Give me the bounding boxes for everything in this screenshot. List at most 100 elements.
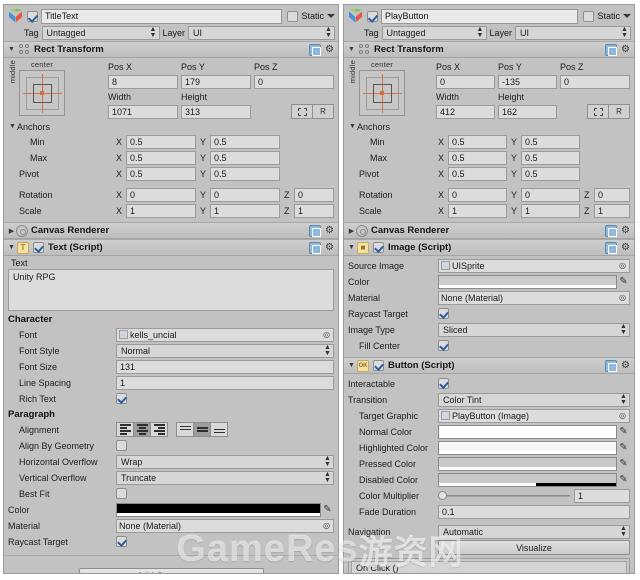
text-material-object-field[interactable]: None (Material) ◎ — [116, 518, 334, 533]
visualize-button[interactable]: Visualize — [438, 540, 630, 555]
image-component-enabled-checkbox[interactable] — [373, 242, 384, 253]
anchor-max-y-input[interactable]: 0.5 — [521, 150, 580, 165]
best-fit-checkbox[interactable] — [116, 488, 127, 499]
target-graphic-object-field[interactable]: PlayButton (Image) ◎ — [438, 408, 630, 423]
image-raycast-target-checkbox[interactable] — [438, 308, 449, 319]
rotation-z-input[interactable]: 0 — [594, 187, 630, 202]
foldout-arrow-icon[interactable]: ▼ — [8, 123, 17, 130]
foldout-arrow-icon[interactable]: ▼ — [7, 244, 16, 251]
pos-x-input[interactable]: 0 — [436, 74, 495, 89]
eyedropper-icon[interactable]: ✎ — [617, 441, 630, 455]
tag-dropdown[interactable]: Untagged ▲ ▼ — [381, 26, 487, 40]
image-color-swatch[interactable] — [438, 274, 617, 289]
gameobject-enabled-checkbox[interactable] — [367, 10, 378, 22]
line-spacing-input[interactable]: 1 — [116, 375, 334, 390]
anchor-preset-widget[interactable]: middle center — [8, 60, 108, 120]
button-component-enabled-checkbox[interactable] — [373, 360, 384, 371]
add-component-button[interactable]: Add Component — [78, 568, 264, 573]
anchor-min-y-input[interactable]: 0.5 — [521, 134, 580, 149]
color-multiplier-input[interactable]: 1 — [574, 488, 630, 503]
object-picker-icon[interactable]: ◎ — [618, 411, 627, 420]
scale-x-input[interactable]: 1 — [448, 203, 507, 218]
pivot-y-input[interactable]: 0.5 — [521, 166, 580, 181]
foldout-arrow-icon[interactable]: ▼ — [347, 46, 356, 53]
alignment-horizontal-group[interactable] — [116, 422, 168, 437]
layer-dropdown[interactable]: UI ▲ ▼ — [188, 26, 335, 40]
pos-y-input[interactable]: 179 — [181, 74, 251, 89]
scale-y-input[interactable]: 1 — [210, 203, 280, 218]
align-top-button[interactable] — [176, 422, 194, 437]
object-picker-icon[interactable]: ◎ — [618, 261, 627, 270]
blueprint-mode-button[interactable]: R — [608, 104, 630, 119]
align-right-button[interactable] — [150, 422, 168, 437]
rotation-y-input[interactable]: 0 — [521, 187, 580, 202]
rich-text-checkbox[interactable] — [116, 393, 127, 404]
text-value-textarea[interactable]: Unity RPG — [8, 269, 334, 311]
fade-duration-input[interactable]: 0.1 — [438, 504, 630, 519]
anchor-min-y-input[interactable]: 0.5 — [210, 134, 280, 149]
rotation-x-input[interactable]: 0 — [448, 187, 507, 202]
help-book-icon[interactable] — [309, 224, 321, 237]
pos-x-input[interactable]: 8 — [108, 74, 178, 89]
object-picker-icon[interactable]: ◎ — [322, 521, 331, 530]
scale-y-input[interactable]: 1 — [521, 203, 580, 218]
width-input[interactable]: 1071 — [108, 104, 178, 119]
pressed-color-swatch[interactable] — [438, 456, 617, 471]
gameobject-name-input[interactable]: PlayButton — [381, 8, 579, 24]
component-header-canvas-renderer-right[interactable]: ▶ Canvas Renderer ⚙ — [344, 222, 634, 239]
help-book-icon[interactable] — [309, 43, 321, 56]
chevron-down-icon[interactable] — [327, 14, 335, 18]
eyedropper-icon[interactable]: ✎ — [617, 473, 630, 487]
text-color-swatch[interactable] — [116, 502, 321, 517]
gear-icon[interactable]: ⚙ — [620, 360, 631, 371]
gameobject-enabled-checkbox[interactable] — [27, 10, 38, 22]
help-book-icon[interactable] — [605, 359, 617, 372]
gear-icon[interactable]: ⚙ — [620, 44, 631, 55]
image-material-object-field[interactable]: None (Material) ◎ — [438, 290, 630, 305]
static-toggle-group-right[interactable]: Static — [583, 10, 631, 22]
help-book-icon[interactable] — [605, 241, 617, 254]
pivot-y-input[interactable]: 0.5 — [210, 166, 280, 181]
anchor-max-x-input[interactable]: 0.5 — [126, 150, 196, 165]
align-left-button[interactable] — [116, 422, 134, 437]
component-header-rect-transform-right[interactable]: ▼ Rect Transform ⚙ — [344, 41, 634, 58]
foldout-arrow-icon[interactable]: ▼ — [347, 362, 356, 369]
navigation-dropdown[interactable]: Automatic ▲ ▼ — [438, 524, 630, 539]
interactable-checkbox[interactable] — [438, 378, 449, 389]
pivot-x-input[interactable]: 0.5 — [126, 166, 196, 181]
tag-dropdown[interactable]: Untagged ▲ ▼ — [41, 26, 160, 40]
help-book-icon[interactable] — [605, 43, 617, 56]
anchor-preset-graphic[interactable] — [359, 70, 405, 116]
image-type-dropdown[interactable]: Sliced ▲ ▼ — [438, 322, 630, 337]
component-header-canvas-renderer-left[interactable]: ▶ Canvas Renderer ⚙ — [4, 222, 338, 239]
width-input[interactable]: 412 — [436, 104, 495, 119]
highlighted-color-swatch[interactable] — [438, 440, 617, 455]
static-toggle-group-left[interactable]: Static — [287, 10, 335, 22]
object-picker-icon[interactable]: ◎ — [618, 293, 627, 302]
anchor-max-y-input[interactable]: 0.5 — [210, 150, 280, 165]
height-input[interactable]: 313 — [181, 104, 251, 119]
height-input[interactable]: 162 — [498, 104, 557, 119]
anchor-preset-graphic[interactable] — [19, 70, 65, 116]
layer-dropdown[interactable]: UI ▲ ▼ — [515, 26, 631, 40]
help-book-icon[interactable] — [309, 241, 321, 254]
eyedropper-icon[interactable]: ✎ — [321, 503, 334, 517]
rotation-y-input[interactable]: 0 — [210, 187, 280, 202]
gear-icon[interactable]: ⚙ — [324, 44, 335, 55]
pos-z-input[interactable]: 0 — [560, 74, 630, 89]
anchor-preset-widget[interactable]: middle center — [348, 60, 436, 120]
align-center-button[interactable] — [133, 422, 151, 437]
alignment-vertical-group[interactable] — [176, 422, 228, 437]
foldout-arrow-icon[interactable]: ▼ — [348, 123, 357, 130]
anchor-min-x-input[interactable]: 0.5 — [126, 134, 196, 149]
scale-x-input[interactable]: 1 — [126, 203, 196, 218]
help-book-icon[interactable] — [605, 224, 617, 237]
align-bottom-button[interactable] — [210, 422, 228, 437]
anchor-snap-button[interactable] — [587, 104, 609, 119]
gear-icon[interactable]: ⚙ — [324, 225, 335, 236]
scale-z-input[interactable]: 1 — [594, 203, 630, 218]
pos-y-input[interactable]: -135 — [498, 74, 557, 89]
text-component-enabled-checkbox[interactable] — [33, 242, 44, 253]
gear-icon[interactable]: ⚙ — [620, 225, 631, 236]
pivot-x-input[interactable]: 0.5 — [448, 166, 507, 181]
